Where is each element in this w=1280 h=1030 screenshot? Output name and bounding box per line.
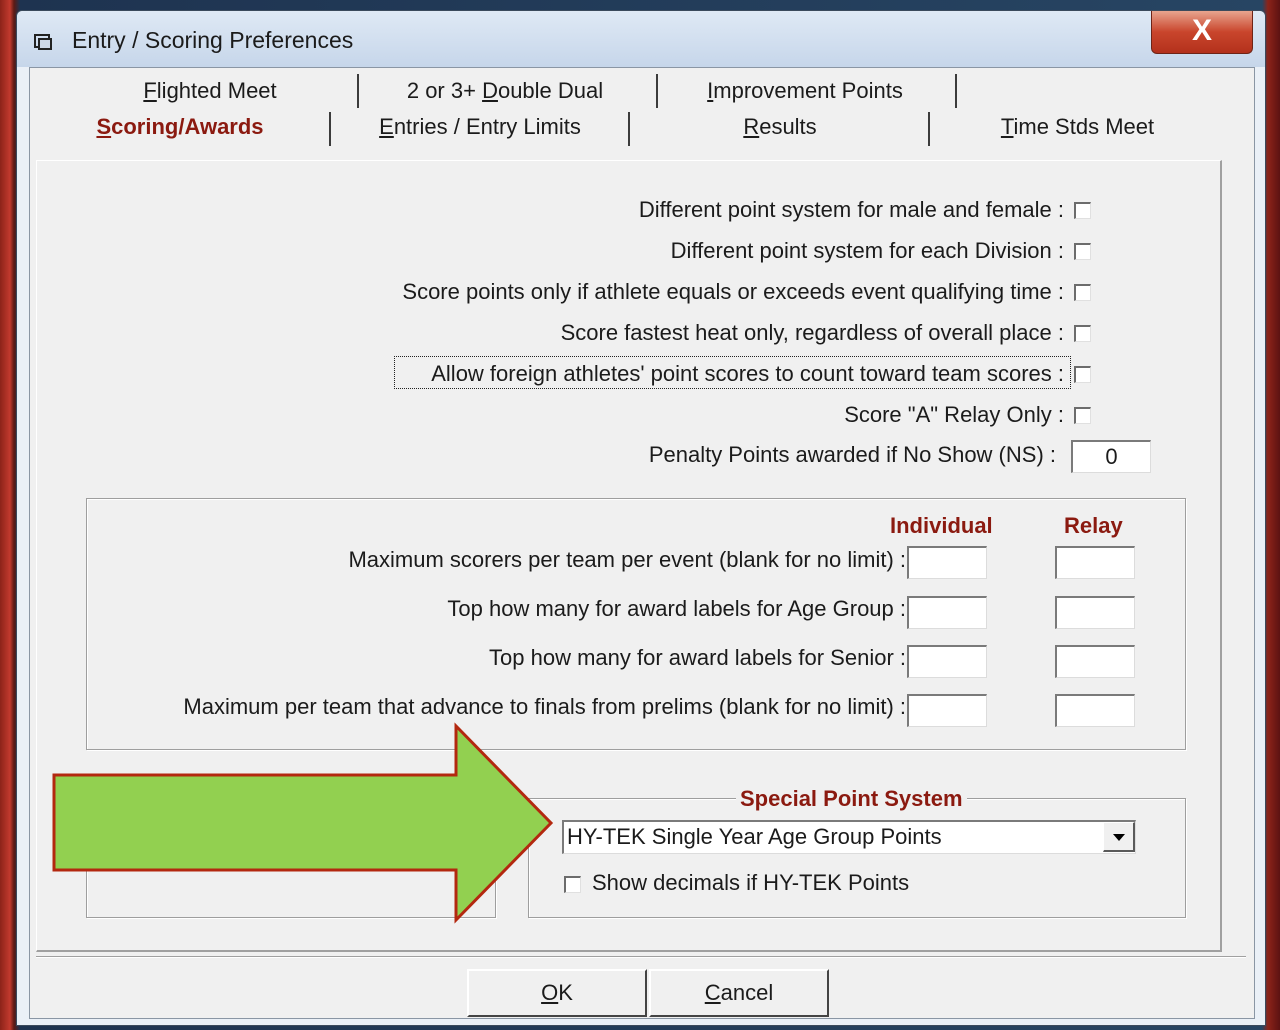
tab-label: lighted Meet: [156, 78, 277, 103]
tab-mnemonic: R: [743, 114, 760, 139]
limit-row-label: Maximum scorers per team per event (blan…: [348, 547, 906, 572]
show-decimals-checkbox[interactable]: [564, 876, 581, 893]
close-icon: X: [1191, 14, 1212, 47]
tab-label: 2 or 3+: [406, 78, 483, 103]
tab-results[interactable]: Results: [645, 114, 915, 148]
option-label: Score points only if athlete equals or e…: [402, 279, 1064, 304]
senior-awards-relay-field[interactable]: [1055, 645, 1135, 678]
tab-separator: [357, 74, 359, 108]
tab-mnemonic: T: [1000, 114, 1014, 139]
option-fastest-heat-checkbox[interactable]: [1074, 325, 1091, 342]
tab-entries-limits[interactable]: Entries / Entry Limits: [345, 114, 615, 148]
option-a-relay-checkbox[interactable]: [1074, 407, 1091, 424]
tab-mnemonic: S: [96, 114, 112, 139]
tab-mnemonic: F: [143, 78, 157, 103]
button-bar-divider: [36, 956, 1246, 958]
tab-scoring-awards[interactable]: Scoring/Awards: [60, 114, 300, 148]
limit-row-label: Top how many for award labels for Senior…: [489, 645, 906, 670]
limit-row-label: Top how many for award labels for Age Gr…: [447, 596, 906, 621]
close-button[interactable]: X: [1151, 11, 1253, 54]
option-label: Score "A" Relay Only :: [844, 402, 1064, 427]
senior-awards-individual-field[interactable]: [907, 645, 987, 678]
individual-column-header: Individual: [890, 513, 993, 538]
tab-mnemonic: D: [482, 78, 498, 103]
special-point-system-legend: Special Point System: [736, 786, 967, 812]
tab-mnemonic: E: [379, 114, 394, 139]
max-scorers-individual-field[interactable]: [907, 546, 987, 579]
ok-button[interactable]: OK: [467, 969, 647, 1017]
tab-label: esults: [759, 114, 817, 139]
tab-label: ime Stds Meet: [1013, 114, 1155, 139]
show-decimals-label: Show decimals if HY-TEK Points: [592, 870, 910, 895]
penalty-label: Penalty Points awarded if No Show (NS) :: [648, 442, 1056, 467]
dialog-client-area: Flighted Meet 2 or 3+ Double Dual Improv…: [29, 67, 1255, 1019]
option-label: Different point system for each Division…: [670, 238, 1064, 263]
button-label: K: [558, 980, 573, 1005]
special-point-system-select[interactable]: HY-TEK Single Year Age Group Points: [562, 820, 1136, 854]
option-label: Allow foreign athletes' point scores to …: [431, 361, 1064, 386]
button-mnemonic: C: [704, 980, 721, 1005]
finals-advance-individual-field[interactable]: [907, 694, 987, 727]
app-icon: [34, 34, 52, 50]
tab-separator: [928, 112, 930, 146]
blank-group: [86, 778, 496, 918]
title-bar[interactable]: Entry / Scoring Preferences X: [17, 11, 1265, 67]
age-group-awards-individual-field[interactable]: [907, 596, 987, 629]
option-division-checkbox[interactable]: [1074, 243, 1091, 260]
button-label: ancel: [720, 980, 774, 1005]
window-title: Entry / Scoring Preferences: [72, 27, 354, 53]
tab-separator: [955, 74, 957, 108]
tab-separator: [656, 74, 658, 108]
selected-value: HY-TEK Single Year Age Group Points: [567, 824, 942, 849]
chevron-down-icon[interactable]: [1103, 822, 1135, 852]
tab-label: coring/Awards: [111, 114, 264, 139]
age-group-awards-relay-field[interactable]: [1055, 596, 1135, 629]
option-qualifying-time-checkbox[interactable]: [1074, 284, 1091, 301]
tab-improvement-points[interactable]: Improvement Points: [670, 78, 940, 112]
tab-time-stds-meet[interactable]: Time Stds Meet: [945, 114, 1210, 148]
tab-flighted-meet[interactable]: Flighted Meet: [90, 78, 330, 112]
option-label: Different point system for male and fema…: [638, 197, 1064, 222]
special-point-system-group: [528, 798, 1186, 918]
preferences-dialog: Entry / Scoring Preferences X Flighted M…: [16, 10, 1266, 1026]
penalty-points-field[interactable]: 0: [1071, 440, 1151, 473]
option-male-female-checkbox[interactable]: [1074, 202, 1091, 219]
tab-separator: [628, 112, 630, 146]
tab-label: ouble Dual: [497, 78, 604, 103]
cancel-button[interactable]: Cancel: [649, 969, 829, 1017]
tab-label: ntries / Entry Limits: [393, 114, 581, 139]
option-label: Score fastest heat only, regardless of o…: [560, 320, 1064, 345]
tab-label: mprovement Points: [713, 78, 903, 103]
tab-separator: [329, 112, 331, 146]
tab-double-dual[interactable]: 2 or 3+ Double Dual: [370, 78, 640, 112]
relay-column-header: Relay: [1064, 513, 1123, 538]
finals-advance-relay-field[interactable]: [1055, 694, 1135, 727]
limit-row-label: Maximum per team that advance to finals …: [183, 694, 906, 719]
option-foreign-athletes-checkbox[interactable]: [1074, 366, 1091, 383]
button-mnemonic: O: [541, 980, 559, 1005]
max-scorers-relay-field[interactable]: [1055, 546, 1135, 579]
